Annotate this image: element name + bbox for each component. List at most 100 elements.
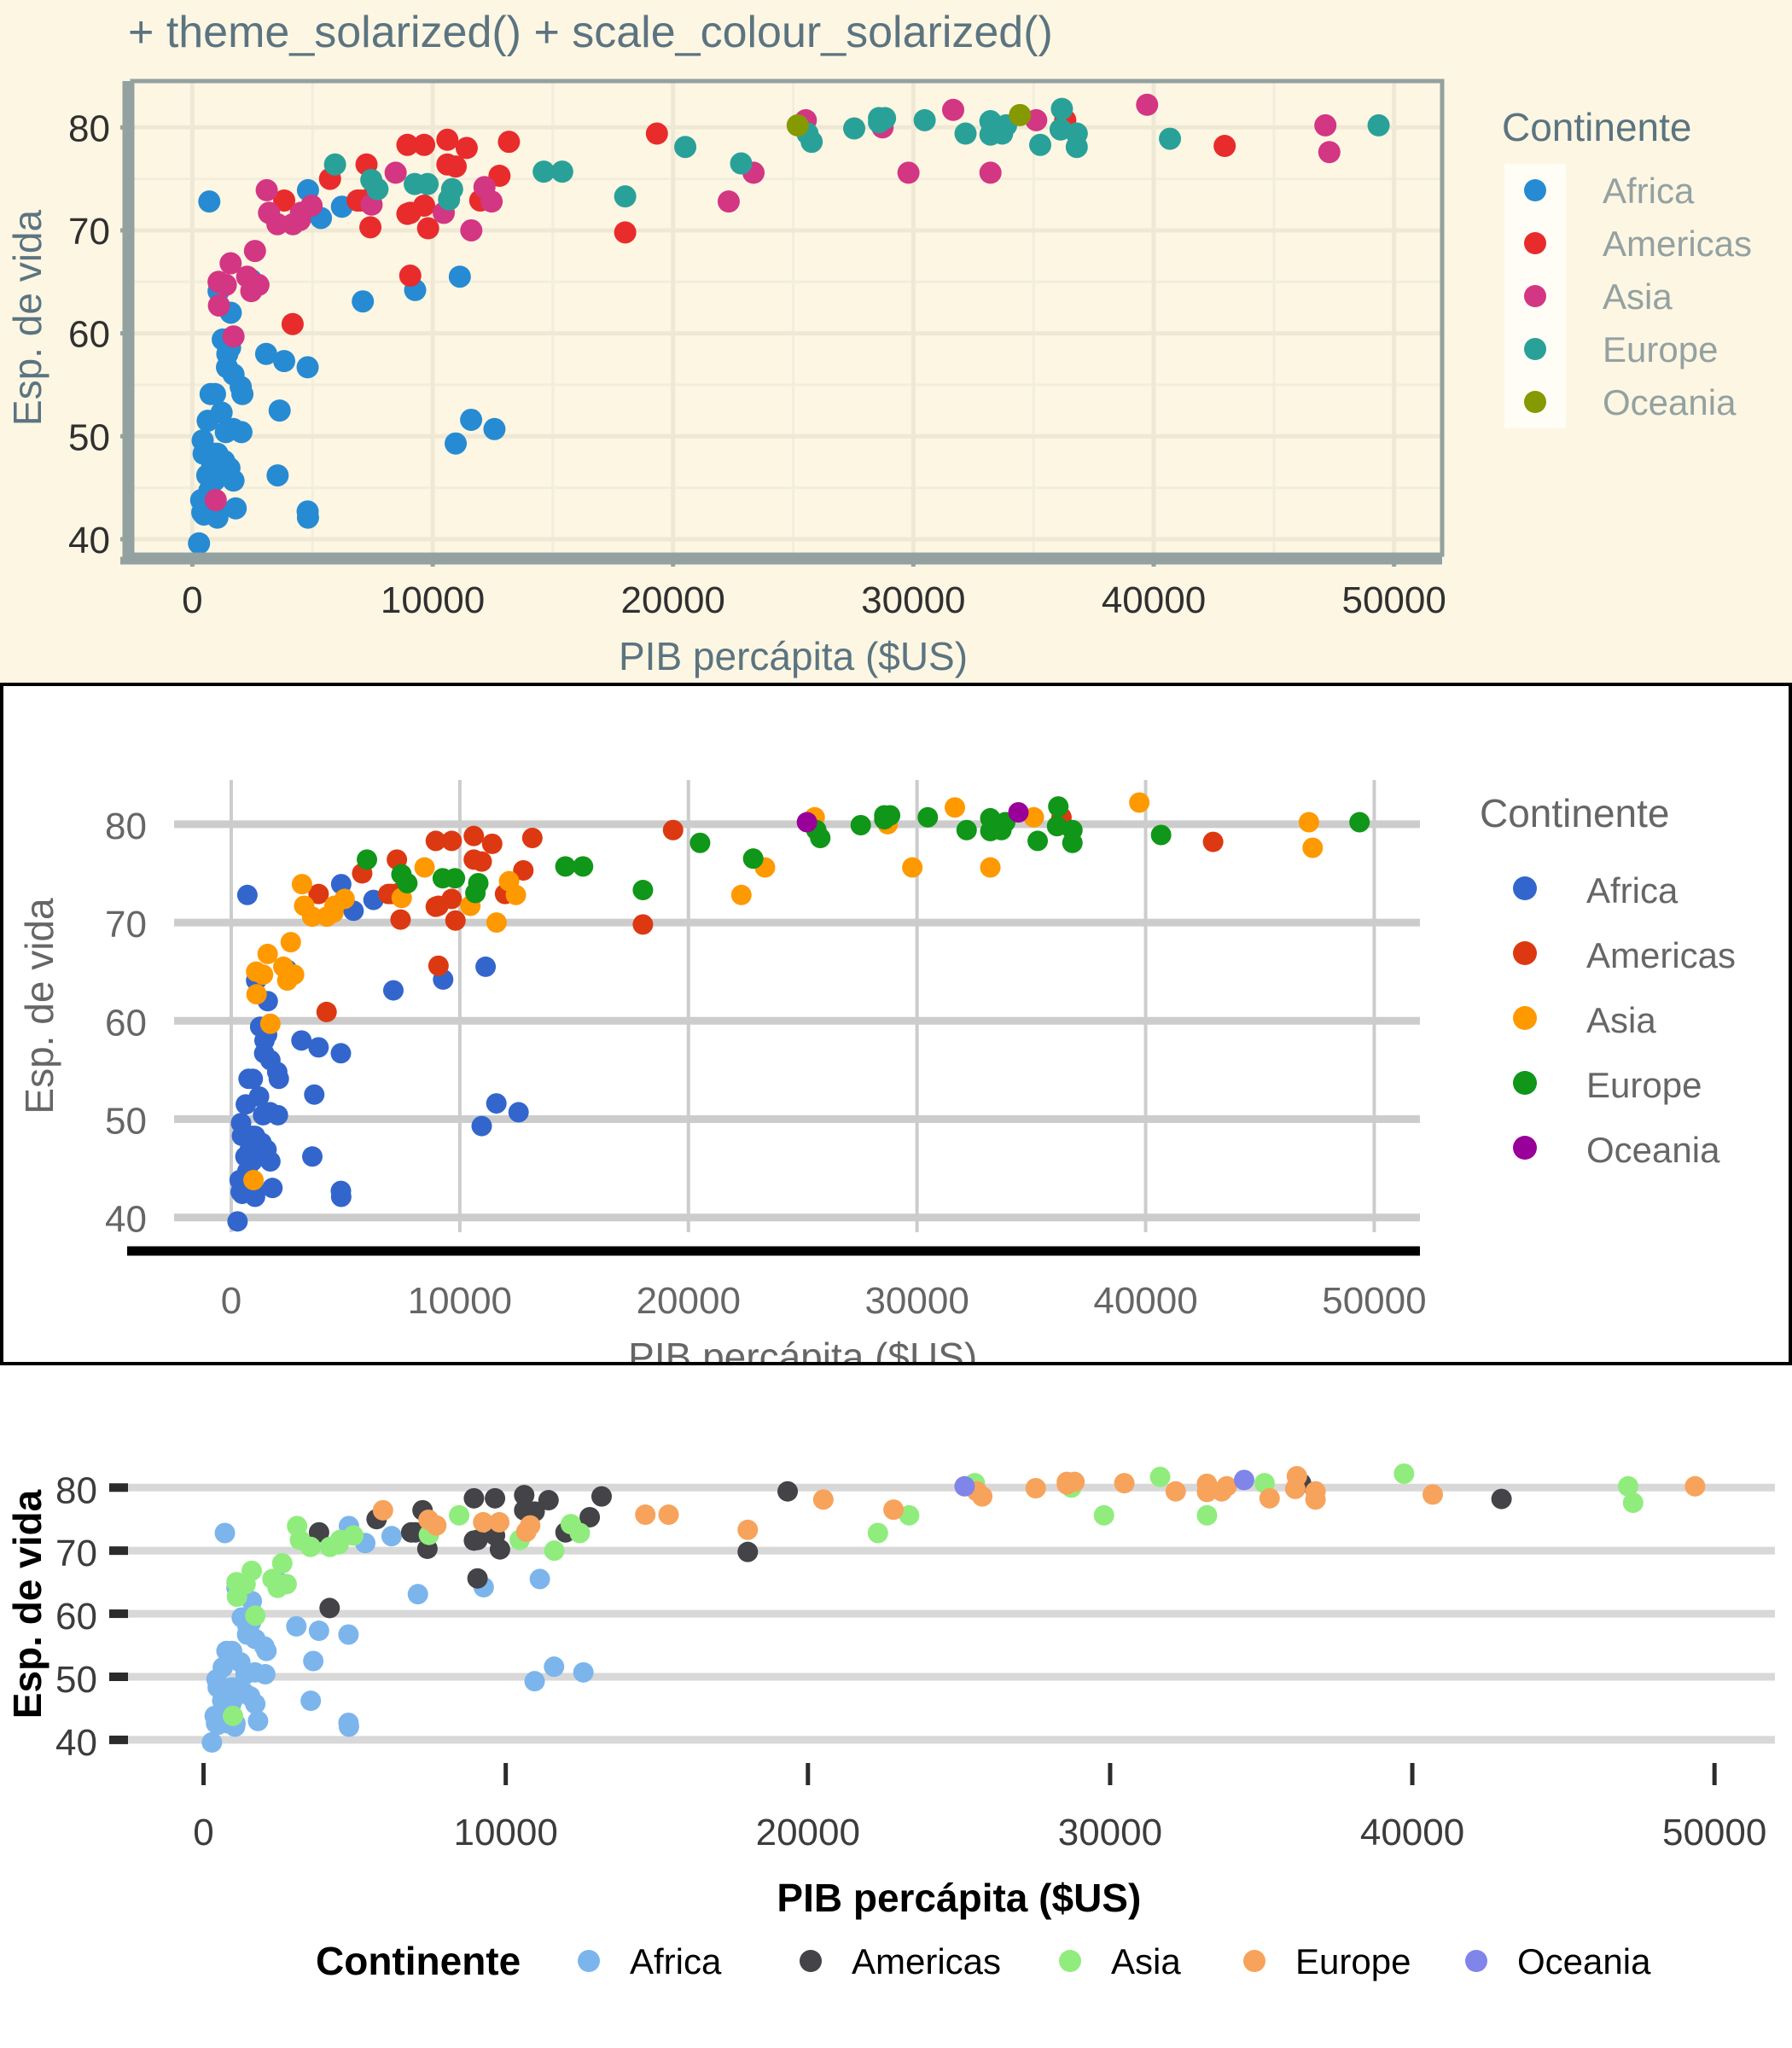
data-point-asia xyxy=(236,265,259,288)
data-point-asia xyxy=(384,161,407,184)
y-tick-mark xyxy=(109,1735,128,1744)
data-point-americas xyxy=(316,1001,337,1022)
legend-title: Continente xyxy=(1502,105,1692,149)
data-point-europe xyxy=(1367,113,1390,137)
data-point-africa xyxy=(266,464,289,487)
data-point-europe xyxy=(473,1511,494,1533)
data-point-americas xyxy=(463,1487,485,1509)
data-point-africa xyxy=(259,1151,281,1172)
data-point-oceania xyxy=(1233,1469,1254,1491)
data-point-asia xyxy=(273,956,294,977)
data-point-americas xyxy=(467,1568,488,1589)
data-point-americas xyxy=(428,955,449,976)
data-point-europe xyxy=(573,856,594,877)
data-point-asia xyxy=(1129,792,1150,813)
data-point-americas xyxy=(645,122,668,145)
data-point-europe xyxy=(468,872,489,893)
plot-area-hc: 40 50 60 70 80 0 10000 20000 30000 40000 50000 PIB … xyxy=(0,1365,1792,2048)
data-point-asia xyxy=(280,932,301,953)
x-axis-title: PIB percápita ($US) xyxy=(777,1876,1141,1920)
data-point-africa xyxy=(222,469,245,492)
data-point-americas xyxy=(463,849,485,870)
data-point-europe xyxy=(954,122,977,145)
data-point-africa xyxy=(483,417,506,440)
data-point-asia xyxy=(243,1169,265,1190)
data-point-asia xyxy=(1093,1504,1114,1526)
x-tick-label: 10000 xyxy=(453,1812,557,1853)
legend-marker-africa xyxy=(1524,179,1546,201)
data-point-africa xyxy=(235,1146,256,1167)
data-point-asia xyxy=(287,1516,308,1537)
data-point-africa xyxy=(254,342,277,365)
data-point-asia xyxy=(867,1522,888,1544)
data-point-asia xyxy=(1298,812,1319,833)
legend-label-americas: Americas xyxy=(852,1941,1001,1981)
data-point-asia xyxy=(902,857,923,878)
data-point-asia xyxy=(449,1504,470,1526)
data-point-europe xyxy=(1196,1473,1218,1494)
legend-marker-africa xyxy=(1513,876,1537,900)
legend-label-asia: Asia xyxy=(1603,276,1673,317)
data-point-europe xyxy=(1259,1487,1280,1509)
data-point-asia xyxy=(291,874,312,895)
data-point-americas xyxy=(281,312,304,335)
y-tick-label: 80 xyxy=(105,806,147,847)
data-point-europe xyxy=(366,177,389,201)
data-point-asia xyxy=(245,1605,266,1626)
y-axis-title: Esp. de vida xyxy=(5,210,49,427)
data-point-europe xyxy=(357,849,378,870)
data-point-americas xyxy=(614,221,637,244)
legend-title: Continente xyxy=(1480,791,1670,835)
data-point-asia xyxy=(262,1568,283,1590)
data-point-africa xyxy=(268,399,291,422)
data-point-europe xyxy=(323,153,346,176)
scatter-plot-gdocs: 40 50 60 70 80 0 10000 20000 30000 40000 50000 PIB … xyxy=(3,686,1789,1362)
data-point-europe xyxy=(372,1499,393,1521)
data-point-europe xyxy=(404,172,427,195)
x-tick-label: 20000 xyxy=(637,1280,741,1322)
x-tick-label: 50000 xyxy=(1662,1812,1766,1853)
legend-label-europe: Europe xyxy=(1603,329,1718,369)
data-point-africa xyxy=(448,265,471,288)
data-point-asia xyxy=(980,857,1001,878)
data-point-asia xyxy=(1318,141,1341,164)
y-tick-label: 80 xyxy=(68,108,110,149)
data-point-europe xyxy=(674,136,697,159)
scatter-plot-solarized: 40 50 60 70 80 0 10000 20000 30000 40000 50000 PIB … xyxy=(5,79,1752,678)
data-point-europe xyxy=(737,1519,759,1540)
figure-root: + theme_solarized() + scale_colour_solar… xyxy=(0,0,1792,2048)
legend-marker-europe xyxy=(1513,1071,1537,1095)
data-point-europe xyxy=(658,1504,679,1526)
data-point-asia xyxy=(317,906,338,928)
data-point-europe xyxy=(868,107,891,130)
data-point-africa xyxy=(224,497,247,520)
data-point-europe xyxy=(850,815,871,835)
data-point-americas xyxy=(662,819,684,841)
data-point-africa xyxy=(192,442,215,465)
x-tick-label: 0 xyxy=(221,1280,241,1322)
data-point-europe xyxy=(632,880,654,901)
data-point-asia xyxy=(414,857,435,878)
data-point-africa xyxy=(529,1568,550,1590)
data-point-europe xyxy=(917,806,939,828)
data-point-americas xyxy=(359,216,382,239)
data-point-africa xyxy=(188,532,211,555)
data-point-europe xyxy=(913,108,936,131)
data-point-africa xyxy=(242,1068,264,1090)
x-axis-title: PIB percápita ($US) xyxy=(619,634,968,678)
y-tick-label: 40 xyxy=(68,520,110,561)
data-point-africa xyxy=(330,1186,352,1207)
data-point-asia xyxy=(259,1013,281,1034)
data-point-americas xyxy=(497,131,521,154)
legend-label-americas: Americas xyxy=(1586,935,1736,975)
data-point-africa xyxy=(253,1104,274,1126)
data-point-asia xyxy=(222,325,245,348)
data-point-europe xyxy=(1048,796,1069,817)
data-point-oceania xyxy=(1009,103,1032,126)
x-tick-label: 30000 xyxy=(864,1280,969,1322)
legend-marker-oceania xyxy=(1465,1950,1487,1972)
data-point-asia xyxy=(1149,1466,1171,1487)
data-point-europe xyxy=(979,110,1002,133)
y-tick-label: 50 xyxy=(55,1659,97,1701)
data-point-europe xyxy=(1286,1465,1307,1487)
